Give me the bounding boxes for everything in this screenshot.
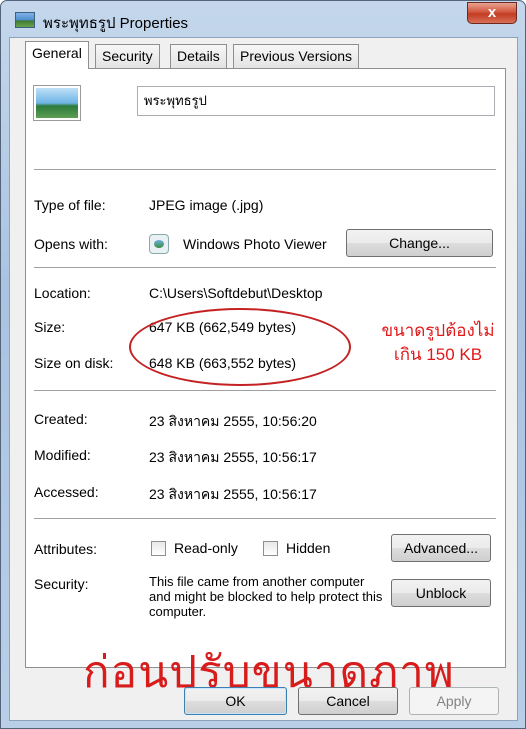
cancel-button[interactable]: Cancel (298, 687, 398, 715)
file-thumbnail-icon (33, 85, 81, 121)
tab-previous-versions[interactable]: Previous Versions (233, 44, 360, 68)
size-highlight-circle (129, 308, 351, 386)
change-button[interactable]: Change... (346, 229, 493, 257)
title-bar[interactable]: พระพุทธรูป Properties x (1, 1, 525, 37)
size-limit-note: ขนาดรูปต้องไม่ เกิน 150 KB (373, 319, 503, 367)
window-title: พระพุทธรูป Properties (43, 15, 189, 32)
tab-general[interactable]: General (25, 41, 89, 69)
location-label: Location: (34, 285, 91, 301)
accessed-value: 23 สิงหาคม 2555, 10:56:17 (149, 486, 317, 502)
attributes-label: Attributes: (34, 541, 98, 557)
security-warning-text: This file came from another computer and… (149, 574, 383, 619)
opens-with-label: Opens with: (34, 236, 108, 252)
size-label: Size: (34, 319, 66, 335)
unblock-button[interactable]: Unblock (391, 579, 491, 607)
photo-viewer-icon (149, 234, 169, 254)
image-file-icon (15, 12, 35, 28)
type-of-file-label: Type of file: (34, 197, 106, 213)
apply-button[interactable]: Apply (409, 687, 499, 715)
separator (34, 518, 496, 519)
created-value: 23 สิงหาคม 2555, 10:56:20 (149, 413, 317, 429)
size-limit-note-line2: เกิน 150 KB (393, 345, 483, 364)
security-label: Security: (34, 576, 89, 592)
location-value: C:\Users\Softdebut\Desktop (149, 285, 323, 301)
file-name-input[interactable]: พระพุทธรูป (137, 86, 495, 116)
separator (34, 169, 496, 170)
separator (34, 390, 496, 391)
size-on-disk-label: Size on disk: (34, 355, 114, 371)
tab-security[interactable]: Security (95, 44, 160, 68)
opens-with-value: Windows Photo Viewer (183, 236, 327, 252)
read-only-label[interactable]: Read-only (174, 540, 238, 556)
ok-button[interactable]: OK (184, 687, 287, 715)
type-of-file-value: JPEG image (.jpg) (149, 197, 264, 213)
created-label: Created: (34, 411, 88, 427)
size-limit-note-line1: ขนาดรูปต้องไม่ (381, 321, 495, 340)
close-button[interactable]: x (467, 2, 517, 24)
advanced-button[interactable]: Advanced... (391, 534, 491, 562)
separator (34, 267, 496, 268)
accessed-label: Accessed: (34, 484, 99, 500)
modified-label: Modified: (34, 447, 91, 463)
modified-value: 23 สิงหาคม 2555, 10:56:17 (149, 449, 317, 465)
properties-window: พระพุทธรูป Properties x General Security… (0, 0, 526, 729)
read-only-checkbox[interactable] (151, 541, 166, 556)
hidden-checkbox[interactable] (263, 541, 278, 556)
hidden-label[interactable]: Hidden (286, 540, 330, 556)
tab-details[interactable]: Details (170, 44, 227, 68)
